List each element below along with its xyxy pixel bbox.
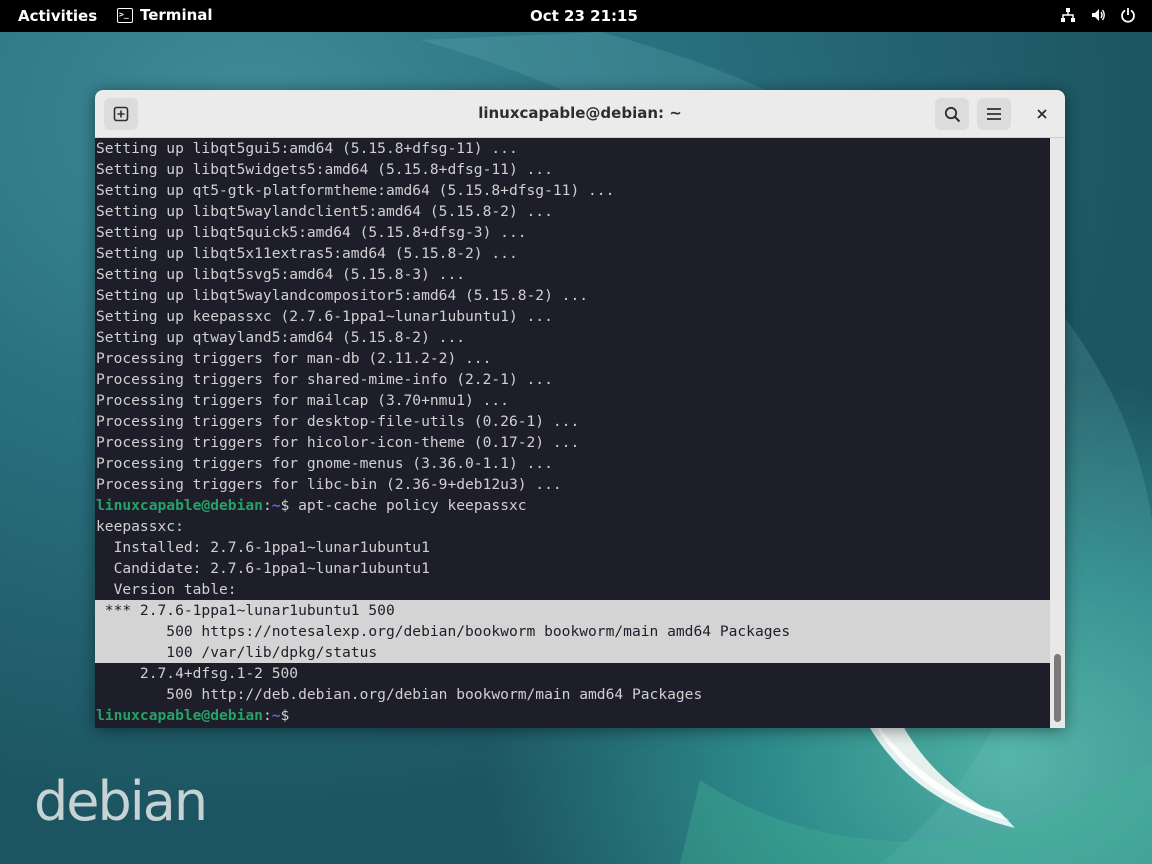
- prompt-path: ~: [272, 707, 281, 724]
- terminal-line: 100 /var/lib/dpkg/status: [95, 642, 1050, 663]
- window-title: linuxcapable@debian: ~: [95, 104, 1065, 122]
- terminal-line: Installed: 2.7.6-1ppa1~lunar1ubuntu1: [95, 537, 1050, 558]
- terminal-line: Version table:: [95, 579, 1050, 600]
- prompt-path: ~: [272, 497, 281, 514]
- terminal-line: Setting up qtwayland5:amd64 (5.15.8-2) .…: [95, 327, 1050, 348]
- terminal-line: Candidate: 2.7.6-1ppa1~lunar1ubuntu1: [95, 558, 1050, 579]
- close-button[interactable]: [1027, 98, 1057, 130]
- terminal-line: Setting up libqt5widgets5:amd64 (5.15.8+…: [95, 159, 1050, 180]
- terminal-line: Setting up libqt5gui5:amd64 (5.15.8+dfsg…: [95, 138, 1050, 159]
- terminal-line: Processing triggers for mailcap (3.70+nm…: [95, 390, 1050, 411]
- terminal-icon: >_: [117, 8, 133, 23]
- policy-output: keepassxc: Installed: 2.7.6-1ppa1~lunar1…: [95, 516, 1050, 600]
- terminal-line: Processing triggers for desktop-file-uti…: [95, 411, 1050, 432]
- prompt-separator: :: [263, 707, 272, 724]
- terminal-scrollbar[interactable]: [1050, 138, 1065, 728]
- tail-output: 2.7.4+dfsg.1-2 500 500 http://deb.debian…: [95, 663, 1050, 705]
- prompt-user: linuxcapable@debian: [96, 707, 263, 724]
- activities-button[interactable]: Activities: [18, 7, 97, 25]
- scrollbar-thumb[interactable]: [1054, 654, 1061, 722]
- terminal-line: Setting up keepassxc (2.7.6-1ppa1~lunar1…: [95, 306, 1050, 327]
- prompt-symbol: $: [281, 707, 299, 724]
- search-icon: [944, 106, 961, 123]
- terminal-line: Setting up libqt5svg5:amd64 (5.15.8-3) .…: [95, 264, 1050, 285]
- terminal-line: Setting up libqt5waylandcompositor5:amd6…: [95, 285, 1050, 306]
- terminal-line: Processing triggers for man-db (2.11.2-2…: [95, 348, 1050, 369]
- terminal-line: Processing triggers for hicolor-icon-the…: [95, 432, 1050, 453]
- terminal-line: Processing triggers for gnome-menus (3.3…: [95, 453, 1050, 474]
- terminal-output[interactable]: Setting up libqt5gui5:amd64 (5.15.8+dfsg…: [95, 138, 1050, 728]
- power-icon[interactable]: [1120, 7, 1136, 23]
- terminal-window[interactable]: linuxcapable@debian: ~ Setting up libqt5…: [95, 90, 1065, 728]
- debian-logo: debian: [34, 770, 206, 833]
- main-menu-button[interactable]: [977, 98, 1011, 130]
- close-icon: [1036, 108, 1048, 120]
- terminal-line: Setting up qt5-gtk-platformtheme:amd64 (…: [95, 180, 1050, 201]
- menu-icon: [986, 107, 1002, 121]
- prompt-separator: :: [263, 497, 272, 514]
- terminal-line: Processing triggers for libc-bin (2.36-9…: [95, 474, 1050, 495]
- system-tray[interactable]: [1060, 7, 1136, 23]
- terminal-line: *** 2.7.6-1ppa1~lunar1ubuntu1 500: [95, 600, 1050, 621]
- terminal-line: Setting up libqt5quick5:amd64 (5.15.8+df…: [95, 222, 1050, 243]
- terminal-line: 500 https://notesalexp.org/debian/bookwo…: [95, 621, 1050, 642]
- prompt-line: linuxcapable@debian:~$ apt-cache policy …: [95, 495, 1050, 516]
- install-log: Setting up libqt5gui5:amd64 (5.15.8+dfsg…: [95, 138, 1050, 495]
- search-button[interactable]: [935, 98, 969, 130]
- prompt-line-current[interactable]: linuxcapable@debian:~$: [95, 705, 1050, 726]
- terminal-line: keepassxc:: [95, 516, 1050, 537]
- terminal-line: 500 http://deb.debian.org/debian bookwor…: [95, 684, 1050, 705]
- prompt-symbol: $: [281, 497, 299, 514]
- clock[interactable]: Oct 23 21:15: [530, 7, 638, 25]
- app-name-label: Terminal: [140, 6, 213, 24]
- terminal-line: Setting up libqt5waylandclient5:amd64 (5…: [95, 201, 1050, 222]
- top-bar: Activities >_ Terminal Oct 23 21:15: [0, 0, 1152, 32]
- window-headerbar[interactable]: linuxcapable@debian: ~: [95, 90, 1065, 138]
- selected-output: *** 2.7.6-1ppa1~lunar1ubuntu1 500 500 ht…: [95, 600, 1050, 663]
- terminal-line: Setting up libqt5x11extras5:amd64 (5.15.…: [95, 243, 1050, 264]
- terminal-line: Processing triggers for shared-mime-info…: [95, 369, 1050, 390]
- prompt-user: linuxcapable@debian: [96, 497, 263, 514]
- volume-icon[interactable]: [1090, 7, 1106, 23]
- command-text: apt-cache policy keepassxc: [298, 497, 526, 514]
- app-menu-terminal[interactable]: >_ Terminal: [117, 6, 213, 24]
- terminal-line: 2.7.4+dfsg.1-2 500: [95, 663, 1050, 684]
- network-icon[interactable]: [1060, 7, 1076, 23]
